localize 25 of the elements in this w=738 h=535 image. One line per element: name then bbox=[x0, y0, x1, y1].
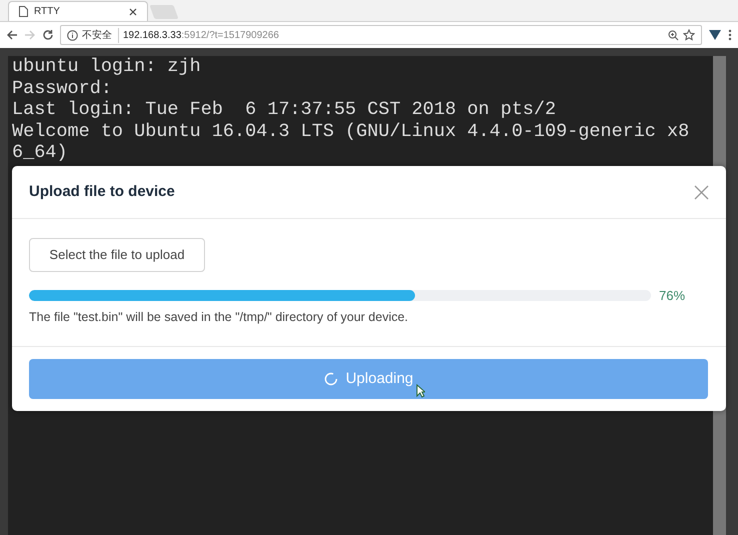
browser-tab[interactable]: RTTY bbox=[8, 1, 148, 21]
close-icon[interactable] bbox=[129, 8, 137, 16]
reload-icon[interactable] bbox=[42, 29, 54, 41]
star-icon[interactable] bbox=[683, 29, 695, 41]
info-icon bbox=[67, 30, 78, 40]
dialog-title: Upload file to device bbox=[29, 182, 175, 202]
security-label: 不安全 bbox=[82, 28, 119, 42]
menu-icon[interactable] bbox=[728, 29, 732, 41]
mouse-pointer-icon bbox=[416, 384, 425, 398]
back-icon[interactable] bbox=[6, 29, 18, 41]
save-location-note: The file "test.bin" will be saved in the "/tmp/" directory of your device. bbox=[29, 308, 410, 326]
page-icon bbox=[19, 6, 28, 17]
terminal-line: Welcome to Ubuntu 16.04.3 LTS (GNU/Linux 4.4.0-109-generic x8 bbox=[12, 120, 690, 142]
progress-percent: 76% bbox=[659, 287, 686, 305]
address-bar[interactable]: 不安全 192.168.3.33:5912/?t=1517909266 bbox=[60, 25, 702, 45]
terminal-line: Last login: Tue Feb 6 17:37:55 CST 2018 on pts/2 bbox=[12, 99, 557, 120]
select-file-button[interactable]: Select the file to upload bbox=[29, 238, 205, 272]
terminal-line: Password: bbox=[12, 78, 113, 99]
tab-title: RTTY bbox=[34, 5, 61, 19]
terminal-line: 6_64) bbox=[12, 142, 69, 164]
zoom-icon[interactable] bbox=[668, 30, 679, 40]
url-text: 192.168.3.33:5912/?t=1517909266 bbox=[123, 28, 280, 42]
terminal-line: ubuntu login: zjh bbox=[12, 56, 202, 78]
extension-icon[interactable] bbox=[708, 29, 722, 41]
spinner-icon bbox=[324, 372, 338, 386]
